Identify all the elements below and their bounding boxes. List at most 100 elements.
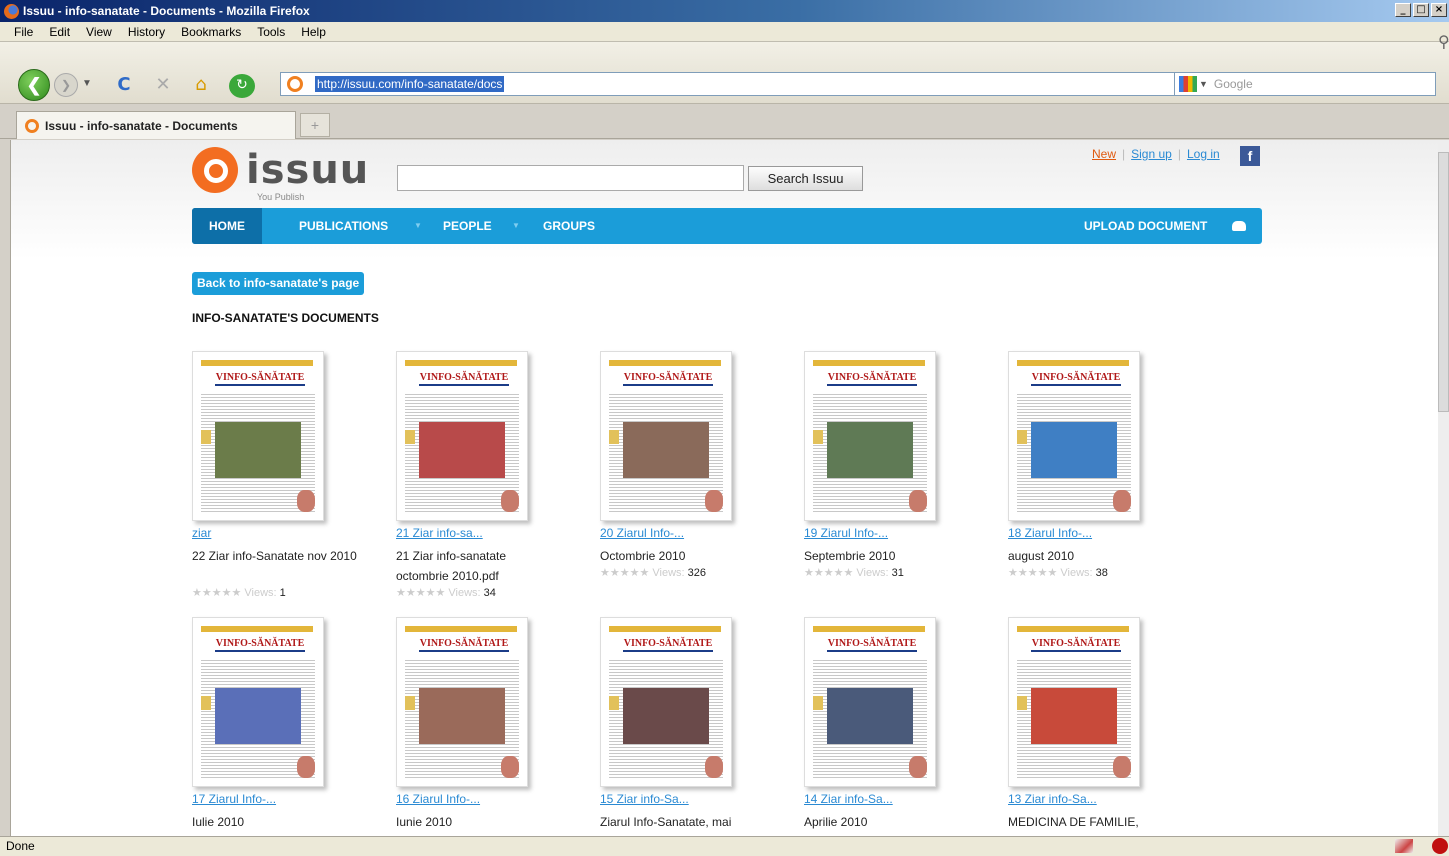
thumbnail-photo <box>827 422 913 478</box>
document-title-link[interactable]: 13 Ziar info-Sa... <box>1008 792 1097 806</box>
login-link[interactable]: Log in <box>1187 147 1220 161</box>
nav-groups[interactable]: GROUPS <box>543 208 595 244</box>
document-stats: ★★★★★ Views: 34 <box>396 586 496 599</box>
document-thumbnail[interactable]: VINFO-SĂNĂTATE <box>396 617 528 787</box>
document-thumbnail[interactable]: VINFO-SĂNĂTATE <box>1008 351 1140 521</box>
search-issuu-button[interactable]: Search Issuu <box>748 166 863 191</box>
document-title-link[interactable]: 21 Ziar info-sa... <box>396 526 483 540</box>
search-bar[interactable]: ▼ Google <box>1174 72 1436 96</box>
document-title-link[interactable]: 18 Ziarul Info-... <box>1008 526 1092 540</box>
thumbnail-banner <box>813 626 925 632</box>
history-dropdown-icon[interactable]: ▼ <box>82 78 92 89</box>
document-thumbnail[interactable]: VINFO-SĂNĂTATE <box>192 351 324 521</box>
logo-tagline: You Publish <box>257 192 305 202</box>
thumbnail-photo <box>215 422 301 478</box>
home-icon[interactable]: ⌂ <box>190 74 212 96</box>
document-thumbnail[interactable]: VINFO-SĂNĂTATE <box>1008 617 1140 787</box>
new-link[interactable]: New <box>1092 147 1116 161</box>
document-stats: ★★★★★ Views: 326 <box>600 566 706 579</box>
sync-icon[interactable]: ↻ <box>229 74 255 98</box>
document-thumbnail[interactable]: VINFO-SĂNĂTATE <box>804 617 936 787</box>
thumbnail-masthead: VINFO-SĂNĂTATE <box>623 370 713 386</box>
document-description: Octombrie 2010 <box>600 549 686 563</box>
scrollbar-thumb[interactable] <box>1438 152 1449 412</box>
new-tab-button[interactable]: + <box>300 113 330 137</box>
nav-home[interactable]: HOME <box>192 208 262 244</box>
thumbnail-portrait <box>501 490 519 512</box>
url-text[interactable]: http://issuu.com/info-sanatate/docs <box>315 76 505 92</box>
addon-status-icon[interactable] <box>1395 839 1413 853</box>
nav-upload-document[interactable]: UPLOAD DOCUMENT <box>1084 208 1207 244</box>
document-item: VINFO-SĂNĂTATE 16 Ziarul Info-... Iunie 20… <box>396 617 576 835</box>
document-description: 22 Ziar info-Sanatate nov 2010 <box>192 549 357 563</box>
facebook-icon[interactable]: f <box>1240 146 1260 166</box>
chevron-down-icon[interactable]: ▼ <box>512 208 520 244</box>
document-thumbnail[interactable]: VINFO-SĂNĂTATE <box>600 617 732 787</box>
window-controls: _ □ × <box>1395 3 1447 17</box>
document-title-link[interactable]: ziar <box>192 526 211 540</box>
document-item: VINFO-SĂNĂTATE 18 Ziarul Info-... august 2… <box>1008 351 1188 606</box>
nav-publications[interactable]: PUBLICATIONS <box>299 208 388 244</box>
rating-stars-icon: ★★★★★ <box>600 567 650 579</box>
document-title-link[interactable]: 17 Ziarul Info-... <box>192 792 276 806</box>
document-description: Ziarul Info-Sanatate, mai <box>600 815 732 829</box>
document-title-link[interactable]: 16 Ziarul Info-... <box>396 792 480 806</box>
site-identity-icon[interactable] <box>287 76 303 92</box>
document-description: august 2010 <box>1008 549 1075 563</box>
close-button[interactable]: × <box>1431 3 1447 17</box>
issuu-search-input[interactable] <box>397 165 744 191</box>
window-title-bar: Issuu - info-sanatate - Documents - Mozi… <box>0 0 1449 22</box>
thumbnail-masthead: VINFO-SĂNĂTATE <box>623 636 713 652</box>
reload-icon[interactable]: C <box>113 74 135 96</box>
adblock-status-icon[interactable] <box>1432 838 1448 854</box>
menu-tools[interactable]: Tools <box>249 25 293 39</box>
rating-stars-icon: ★★★★★ <box>192 587 242 599</box>
upload-cloud-icon[interactable] <box>1232 221 1246 231</box>
thumbnail-masthead: VINFO-SĂNĂTATE <box>419 370 509 386</box>
menu-bookmarks[interactable]: Bookmarks <box>173 25 249 39</box>
thumbnail-banner <box>201 360 313 366</box>
views-count: 326 <box>687 567 706 579</box>
tab-issuu-documents[interactable]: Issuu - info-sanatate - Documents <box>16 111 296 139</box>
thumbnail-portrait <box>297 490 315 512</box>
document-title-link[interactable]: 15 Ziar info-Sa... <box>600 792 689 806</box>
document-description: Iunie 2010 <box>396 815 453 829</box>
thumbnail-side-box <box>1017 696 1027 710</box>
search-icon[interactable]: ⚲ <box>1438 32 1449 51</box>
document-title-link[interactable]: 14 Ziar info-Sa... <box>804 792 893 806</box>
thumbnail-photo <box>1031 688 1117 744</box>
minimize-button[interactable]: _ <box>1395 3 1411 17</box>
menu-help[interactable]: Help <box>293 25 334 39</box>
thumbnail-photo <box>215 688 301 744</box>
thumbnail-photo <box>827 688 913 744</box>
thumbnail-side-box <box>813 696 823 710</box>
status-text: Done <box>6 839 35 853</box>
thumbnail-photo <box>419 422 505 478</box>
signup-link[interactable]: Sign up <box>1131 147 1172 161</box>
google-icon[interactable] <box>1179 76 1197 92</box>
search-engine-dropdown-icon[interactable]: ▼ <box>1199 79 1208 89</box>
document-title-link[interactable]: 19 Ziarul Info-... <box>804 526 888 540</box>
back-to-profile-link[interactable]: Back to info-sanatate's page <box>192 272 365 295</box>
maximize-button[interactable]: □ <box>1413 3 1429 17</box>
document-thumbnail[interactable]: VINFO-SĂNĂTATE <box>396 351 528 521</box>
back-button[interactable]: ❮ <box>18 69 50 101</box>
menu-history[interactable]: History <box>120 25 173 39</box>
thumbnail-portrait <box>1113 756 1131 778</box>
thumbnail-banner <box>1017 360 1129 366</box>
document-title-link[interactable]: 20 Ziarul Info-... <box>600 526 684 540</box>
document-description: Aprilie 2010 <box>804 815 868 829</box>
document-thumbnail[interactable]: VINFO-SĂNĂTATE <box>600 351 732 521</box>
nav-people[interactable]: PEOPLE <box>443 208 492 244</box>
menu-edit[interactable]: Edit <box>41 25 78 39</box>
document-thumbnail[interactable]: VINFO-SĂNĂTATE <box>192 617 324 787</box>
document-item: VINFO-SĂNĂTATE 13 Ziar info-Sa... MEDICINA… <box>1008 617 1188 835</box>
stop-icon[interactable]: ✕ <box>152 74 174 96</box>
document-thumbnail[interactable]: VINFO-SĂNĂTATE <box>804 351 936 521</box>
document-description: Iulie 2010 <box>192 815 245 829</box>
menu-view[interactable]: View <box>78 25 120 39</box>
menu-file[interactable]: File <box>6 25 41 39</box>
issuu-logo[interactable]: issuu <box>192 147 369 193</box>
forward-button[interactable]: ❯ <box>54 73 78 97</box>
chevron-down-icon[interactable]: ▼ <box>414 208 422 244</box>
